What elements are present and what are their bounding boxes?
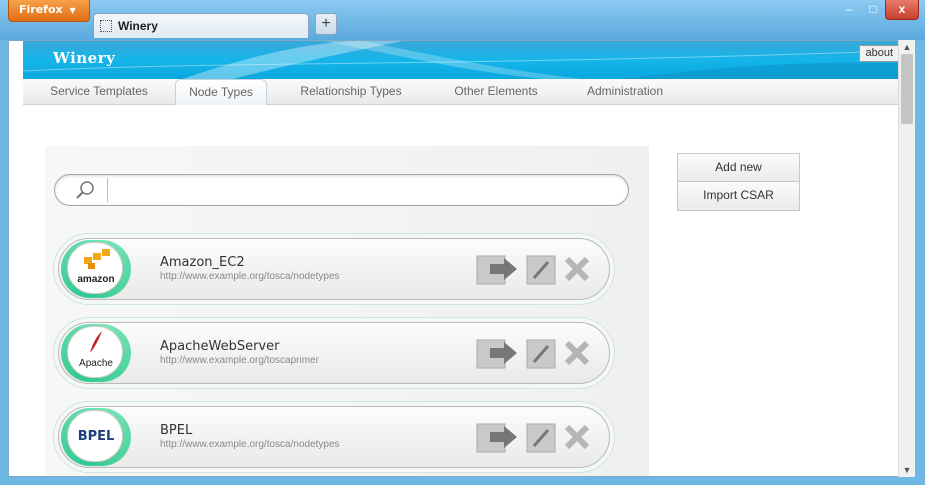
amazon-boxes-icon [84, 249, 110, 269]
firefox-menu-label: Firefox [19, 3, 63, 16]
vertical-scrollbar[interactable]: ▲ ▼ [898, 40, 915, 477]
search-input[interactable] [111, 179, 611, 201]
node-type-name[interactable]: Amazon_EC2 [160, 255, 245, 270]
window-maximize-button[interactable]: □ [862, 0, 884, 20]
apache-feather-icon [90, 331, 102, 353]
delete-icon[interactable] [562, 420, 592, 454]
scroll-up-icon[interactable]: ▲ [899, 40, 915, 54]
search-icon[interactable] [60, 178, 108, 202]
edit-icon[interactable] [526, 252, 556, 286]
chevron-down-icon: ▼ [69, 6, 76, 15]
node-type-card: BPEL BPEL http://www.example.org/tosca/n… [58, 406, 610, 468]
tab-relationship-types[interactable]: Relationship Types [291, 79, 411, 105]
action-button-group: Add new Import CSAR [677, 153, 800, 211]
export-icon[interactable] [476, 252, 518, 286]
main-navigation: Service Templates Node Types Relationshi… [23, 79, 899, 105]
winery-app: Winery about Service Templates Node Type… [23, 41, 899, 476]
delete-icon[interactable] [562, 252, 592, 286]
firefox-menu-button[interactable]: Firefox ▼ [8, 0, 90, 22]
tab-title: Winery [118, 19, 158, 33]
apache-logo: Apache [67, 326, 123, 378]
browser-titlebar: Firefox ▼ Winery + – □ x [0, 0, 925, 40]
list-item[interactable]: Apache ApacheWebServer http://www.exampl… [53, 317, 615, 389]
amazon-logo: amazon [67, 242, 123, 294]
node-type-name[interactable]: ApacheWebServer [160, 339, 279, 354]
edit-icon[interactable] [526, 336, 556, 370]
about-button[interactable]: about [859, 45, 899, 62]
browser-tab-winery[interactable]: Winery [93, 13, 309, 38]
bpel-logo: BPEL [67, 410, 123, 462]
node-type-namespace: http://www.example.org/tosca/nodetypes [160, 439, 340, 450]
list-item[interactable]: amazon Amazon_EC2 http://www.example.org… [53, 233, 615, 305]
new-tab-button[interactable]: + [315, 13, 337, 35]
brand-logo-text[interactable]: Winery [53, 49, 115, 67]
banner-swoop-graphic [23, 41, 899, 79]
bpel-text-icon: BPEL [77, 429, 115, 444]
header-banner: Winery about [23, 41, 899, 79]
logo-caption: Apache [79, 358, 113, 369]
node-type-card: Apache ApacheWebServer http://www.exampl… [58, 322, 610, 384]
tab-other-elements[interactable]: Other Elements [441, 79, 551, 105]
tab-node-types[interactable]: Node Types [175, 79, 267, 105]
node-type-namespace: http://www.example.org/toscaprimer [160, 355, 319, 366]
node-type-name[interactable]: BPEL [160, 423, 192, 438]
scroll-down-icon[interactable]: ▼ [899, 463, 915, 477]
logo-caption: amazon [77, 274, 115, 285]
window-close-button[interactable]: x [885, 0, 919, 20]
page-favicon-icon [100, 20, 112, 32]
tab-administration[interactable]: Administration [575, 79, 675, 105]
add-new-button[interactable]: Add new [677, 153, 800, 182]
edit-icon[interactable] [526, 420, 556, 454]
search-box [54, 174, 629, 206]
node-type-card: amazon Amazon_EC2 http://www.example.org… [58, 238, 610, 300]
window-minimize-button[interactable]: – [838, 0, 860, 20]
export-icon[interactable] [476, 336, 518, 370]
tab-service-templates[interactable]: Service Templates [29, 79, 169, 105]
scroll-thumb[interactable] [901, 54, 913, 124]
delete-icon[interactable] [562, 336, 592, 370]
list-item[interactable]: BPEL BPEL http://www.example.org/tosca/n… [53, 401, 615, 473]
export-icon[interactable] [476, 420, 518, 454]
page-viewport: Winery about Service Templates Node Type… [8, 40, 915, 477]
node-type-namespace: http://www.example.org/tosca/nodetypes [160, 271, 340, 282]
import-csar-button[interactable]: Import CSAR [677, 182, 800, 211]
